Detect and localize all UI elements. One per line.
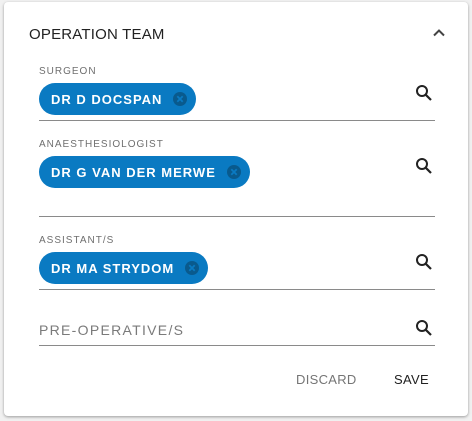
chip-remove-button[interactable] — [172, 91, 188, 107]
save-button[interactable]: SAVE — [394, 372, 429, 387]
pre-operatives-field — [39, 317, 435, 346]
chip-label: DR G VAN DER MERWE — [51, 164, 216, 180]
chevron-up-icon — [432, 24, 446, 42]
anaesthesiologist-field[interactable]: ANAESTHESIOLOGIST DR G VAN DER MERWE — [39, 137, 435, 217]
surgeon-label: SURGEON — [39, 66, 97, 77]
chip-remove-button[interactable] — [184, 260, 200, 276]
search-icon — [416, 85, 432, 101]
assistant-chip[interactable]: DR MA STRYDOM — [39, 252, 209, 284]
collapse-button[interactable] — [428, 22, 450, 44]
discard-button[interactable]: DISCARD — [296, 372, 357, 387]
surgeon-field[interactable]: SURGEON DR D DOCSPAN — [39, 64, 435, 121]
chip-remove-button[interactable] — [226, 164, 242, 180]
pre-operatives-search-button[interactable] — [413, 317, 435, 339]
cancel-circle-icon — [185, 261, 200, 275]
operation-team-card: OPERATION TEAM SURGEON DR D DOCSPAN ANAE… — [4, 2, 468, 416]
assistants-label: ASSISTANT/S — [39, 235, 115, 246]
cancel-circle-icon — [226, 165, 241, 179]
anaesthesiologist-label: ANAESTHESIOLOGIST — [39, 139, 164, 150]
pre-operatives-input[interactable] — [39, 317, 399, 343]
search-icon — [416, 320, 432, 336]
chip-label: DR D DOCSPAN — [51, 91, 163, 107]
anaesthesiologist-search-button[interactable] — [413, 155, 435, 177]
section-title: OPERATION TEAM — [29, 26, 165, 43]
anaesthesiologist-chip[interactable]: DR G VAN DER MERWE — [39, 156, 250, 188]
search-icon — [416, 158, 432, 174]
surgeon-search-button[interactable] — [413, 82, 435, 104]
cancel-circle-icon — [173, 92, 188, 106]
chip-label: DR MA STRYDOM — [51, 260, 175, 276]
search-icon — [416, 254, 432, 270]
surgeon-chip[interactable]: DR D DOCSPAN — [39, 83, 197, 115]
assistants-field[interactable]: ASSISTANT/S DR MA STRYDOM — [39, 233, 435, 290]
assistants-search-button[interactable] — [413, 251, 435, 273]
